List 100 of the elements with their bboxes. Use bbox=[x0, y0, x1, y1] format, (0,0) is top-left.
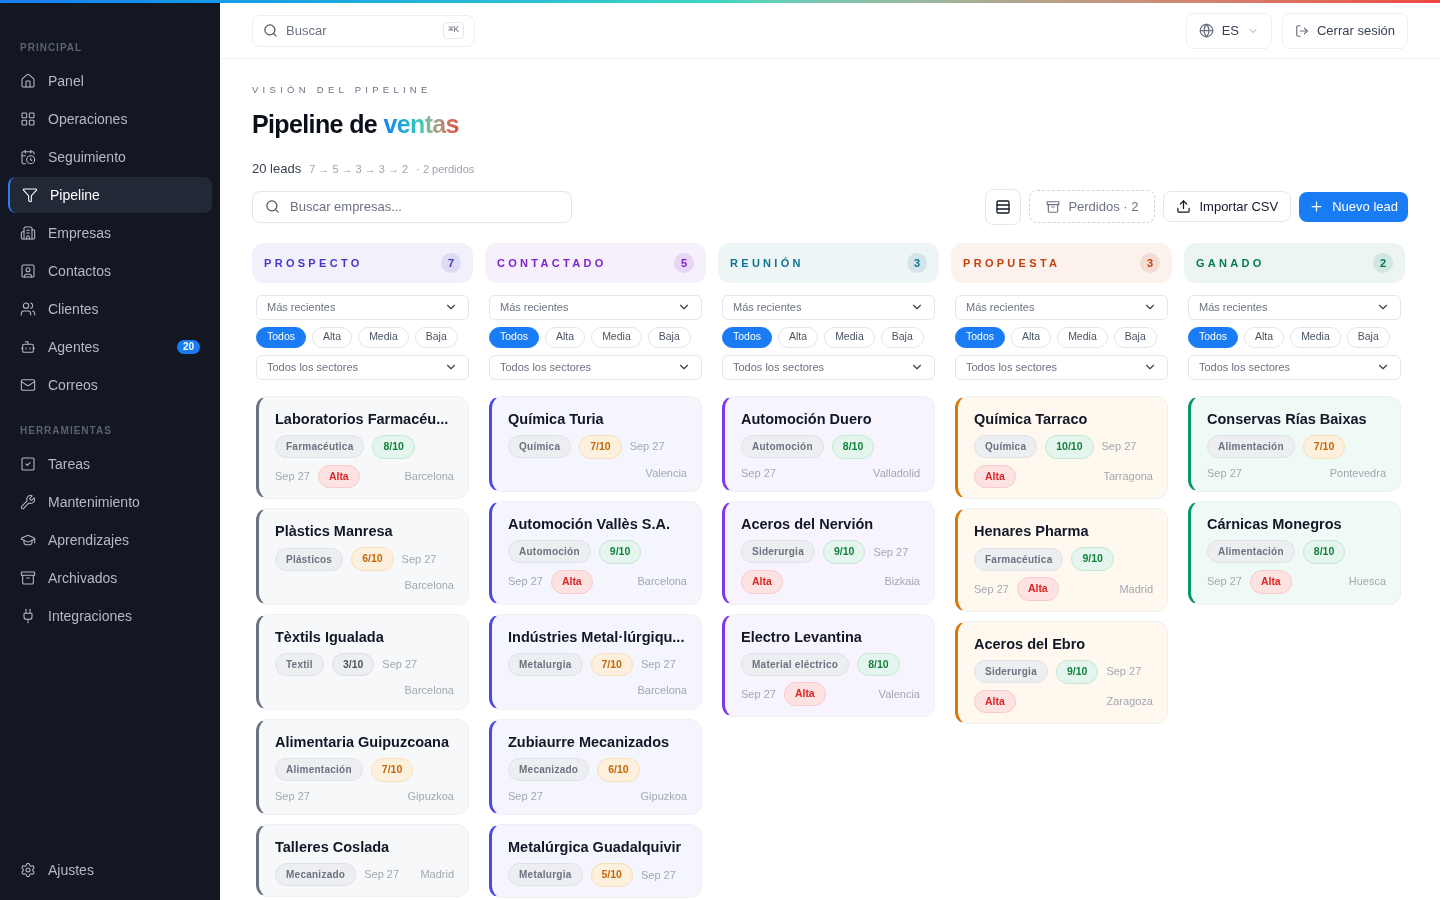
lead-card[interactable]: Indústries Metal·lúrgiqu... Metalurgia 7/10 Sep 27 Barcelona bbox=[489, 613, 702, 710]
graduation-cap-icon bbox=[20, 532, 36, 548]
priority-filter[interactable]: Alta bbox=[778, 326, 819, 348]
priority-filter[interactable]: Alta bbox=[1244, 326, 1285, 348]
sidebar-item[interactable]: Pipeline bbox=[8, 177, 212, 213]
city-text: Madrid bbox=[1119, 581, 1153, 597]
lead-card[interactable]: Química Turia Química 7/10 Sep 27 Valencia bbox=[489, 395, 702, 492]
new-lead-button[interactable]: Nuevo lead bbox=[1299, 191, 1408, 222]
sort-select[interactable]: Más recientes bbox=[256, 294, 469, 320]
lead-card[interactable]: Automoción Duero Automoción 8/10 Sep 27 Valladolid bbox=[722, 395, 935, 492]
priority-filter[interactable]: Baja bbox=[414, 326, 458, 348]
company-name: Aceros del Ebro bbox=[974, 634, 1087, 654]
lead-card[interactable]: Tèxtils Igualada Textil 3/10 Sep 27 Barcelona bbox=[256, 613, 469, 710]
city-text: Madrid bbox=[420, 867, 454, 883]
sort-select[interactable]: Más recientes bbox=[722, 294, 935, 320]
sidebar-item[interactable]: Clientes bbox=[8, 291, 212, 327]
section-title: HERRAMIENTAS bbox=[19, 424, 113, 438]
sidebar-item[interactable]: Contactos bbox=[8, 253, 212, 289]
lead-card[interactable]: Automoción Vallès S.A. Automoción 9/10 Sep 27 Alta Barcelona bbox=[489, 501, 702, 605]
lead-card[interactable]: Aceros del Nervión Siderurgia 9/10 Sep 27 Alta Bizkaia bbox=[722, 501, 935, 605]
lead-card[interactable]: Henares Pharma Farmacéutica 9/10 Sep 27 Alta Madrid bbox=[955, 508, 1168, 612]
lead-card[interactable]: Metalúrgica Guadalquivir Metalurgia 5/10 Sep 27 bbox=[489, 824, 702, 898]
lead-card[interactable]: Talleres Coslada Mecanizado Sep 27 Madrid bbox=[256, 824, 469, 897]
priority-filter[interactable]: Todos bbox=[722, 326, 773, 348]
sort-select[interactable]: Más recientes bbox=[955, 294, 1168, 320]
priority-filter[interactable]: Todos bbox=[1188, 326, 1239, 348]
sector-select[interactable]: Todos los sectores bbox=[955, 354, 1168, 380]
company-name: Química Tarraco bbox=[974, 409, 1089, 429]
lead-card[interactable]: Plàstics Manresa Plásticos 6/10 Sep 27 Barcelona bbox=[256, 508, 469, 605]
search-field[interactable]: Buscar ⌘K bbox=[252, 14, 475, 47]
sector-select[interactable]: Todos los sectores bbox=[722, 354, 935, 380]
company-name: Cárnicas Monegros bbox=[1207, 515, 1343, 534]
mail-icon bbox=[20, 377, 36, 393]
priority-filter[interactable]: Baja bbox=[880, 326, 924, 348]
priority-filter[interactable]: Alta bbox=[1011, 326, 1052, 348]
priority-filter[interactable]: Todos bbox=[955, 326, 1006, 348]
count-badge: 3 bbox=[1140, 252, 1160, 273]
sort-select[interactable]: Más recientes bbox=[489, 294, 702, 320]
archive-icon bbox=[1046, 199, 1061, 214]
sidebar-item[interactable]: Integraciones bbox=[8, 598, 212, 634]
date-text: Sep 27 bbox=[401, 551, 437, 567]
lead-card[interactable]: Conservas Rías Baixas Alimentación 7/10 Sep 27 Pontevedra bbox=[1188, 395, 1401, 492]
priority-filter[interactable]: Todos bbox=[256, 326, 307, 348]
lead-card[interactable]: Zubiaurre Mecanizados Mecanizado 6/10 Sep 27 Gipuzkoa bbox=[489, 718, 702, 815]
sidebar-item[interactable]: Panel bbox=[8, 63, 212, 99]
plug-icon bbox=[20, 608, 36, 624]
lead-card[interactable]: Química Tarraco Química 10/10 Sep 27 Alta Tarragona bbox=[955, 395, 1168, 500]
lead-card[interactable]: Aceros del Ebro Siderurgia 9/10 Sep 27 Alta Zaragoza bbox=[955, 620, 1168, 725]
priority-filter[interactable]: Media bbox=[824, 326, 875, 348]
wrench-icon bbox=[20, 494, 36, 510]
date-text: Sep 27 bbox=[640, 867, 676, 883]
column-title: REUNIÓN bbox=[730, 255, 804, 271]
date-text: Sep 27 bbox=[275, 788, 310, 804]
lead-card[interactable]: Laboratorios Farmacéu... Farmacéutica 8/10 Sep 27 Alta Barcelona bbox=[256, 395, 469, 500]
sector-select[interactable]: Todos los sectores bbox=[489, 354, 702, 380]
lost-button[interactable]: Perdidos · 2 bbox=[1029, 190, 1156, 224]
city-text: Barcelona bbox=[404, 683, 454, 699]
lead-card[interactable]: Alimentaria Guipuzcoana Alimentación 7/10 Sep 27 Gipuzkoa bbox=[256, 718, 469, 815]
lead-card[interactable]: Electro Levantina Material eléctrico 8/10 Sep 27 Alta Valencia bbox=[722, 613, 935, 717]
sidebar-item[interactable]: Archivados bbox=[8, 560, 212, 596]
sector-select[interactable]: Todos los sectores bbox=[1188, 354, 1401, 380]
lead-card[interactable]: Cárnicas Monegros Alimentación 8/10 Sep 27 Alta Huesca bbox=[1188, 501, 1401, 605]
priority-filter[interactable]: Baja bbox=[1113, 326, 1157, 348]
company-name: Aceros del Nervión bbox=[741, 515, 875, 534]
sidebar-item[interactable]: Tareas bbox=[8, 446, 212, 482]
funnel-summary: 7 → 5 → 3 → 3 → 2 bbox=[309, 162, 409, 178]
sidebar-item[interactable]: Empresas bbox=[8, 215, 212, 251]
date-text: Sep 27 bbox=[1207, 465, 1242, 481]
priority-filter[interactable]: Media bbox=[358, 326, 409, 348]
priority-filter[interactable]: Media bbox=[591, 326, 642, 348]
score-tag: 9/10 bbox=[822, 540, 866, 564]
sidebar-item[interactable]: Agentes 20 bbox=[8, 329, 212, 365]
column-title: CONTACTADO bbox=[497, 255, 607, 271]
sector-select[interactable]: Todos los sectores bbox=[256, 354, 469, 380]
logout-button[interactable]: Cerrar sesión bbox=[1281, 12, 1408, 49]
sector-tag: Química bbox=[974, 435, 1038, 459]
sidebar-item[interactable]: Operaciones bbox=[8, 101, 212, 137]
upload-icon bbox=[1176, 199, 1192, 215]
sidebar-item[interactable]: Aprendizajes bbox=[8, 522, 212, 558]
sector-tag: Metalurgia bbox=[508, 863, 583, 887]
priority-filter[interactable]: Baja bbox=[1346, 326, 1390, 348]
sidebar-item[interactable]: Ajustes bbox=[8, 852, 212, 888]
company-search-field[interactable]: Buscar empresas... bbox=[252, 190, 572, 223]
import-button[interactable]: Importar CSV bbox=[1163, 191, 1292, 223]
city-text: Zaragoza bbox=[1106, 694, 1153, 710]
sidebar-item[interactable]: Mantenimiento bbox=[8, 484, 212, 520]
priority-filter[interactable]: Media bbox=[1057, 326, 1108, 348]
priority-filter[interactable]: Todos bbox=[489, 326, 540, 348]
language-button[interactable]: ES bbox=[1185, 12, 1272, 49]
priority-filter[interactable]: Alta bbox=[545, 326, 586, 348]
priority-filter[interactable]: Baja bbox=[647, 326, 691, 348]
priority-tag: Alta bbox=[1016, 577, 1059, 601]
lost-summary: · 2 perdidos bbox=[416, 162, 475, 178]
sidebar-item[interactable]: Correos bbox=[8, 367, 212, 403]
view-toggle-button[interactable] bbox=[985, 188, 1022, 225]
funnel-icon bbox=[22, 187, 38, 203]
sort-select[interactable]: Más recientes bbox=[1188, 294, 1401, 320]
sidebar-item[interactable]: Seguimiento bbox=[8, 139, 212, 175]
priority-filter[interactable]: Media bbox=[1290, 326, 1341, 348]
priority-filter[interactable]: Alta bbox=[312, 326, 353, 348]
